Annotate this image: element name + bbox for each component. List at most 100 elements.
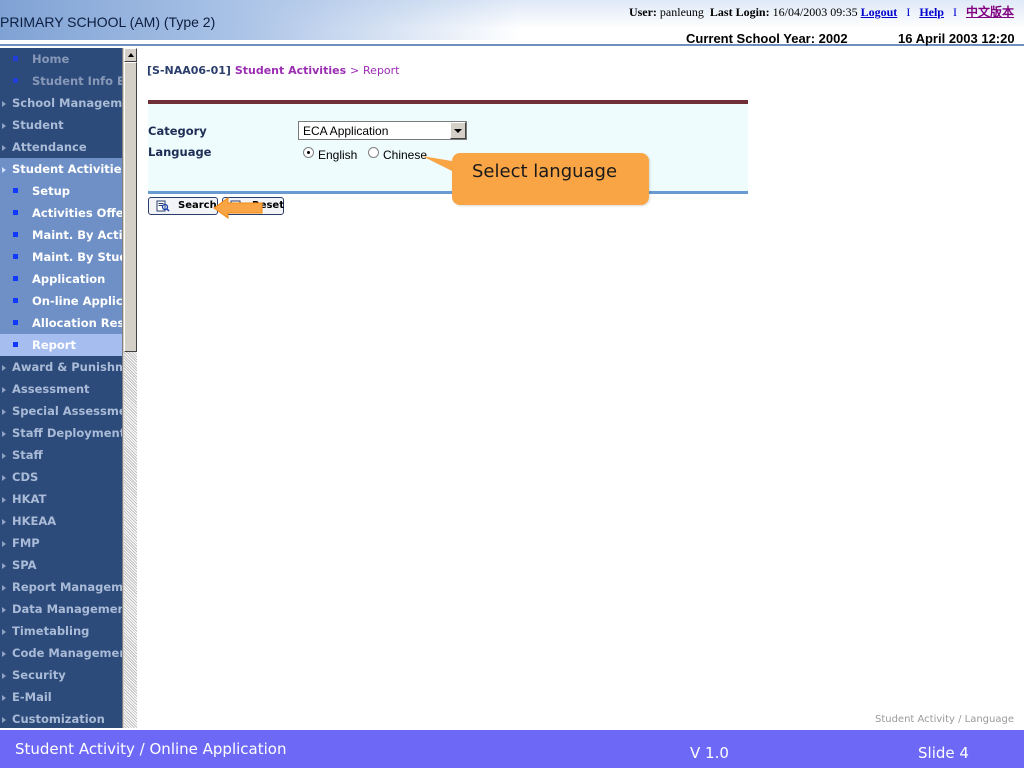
sidebar-item-report-managemen[interactable]: Report Managemen: [0, 576, 122, 598]
sidebar-item-student[interactable]: Student: [0, 114, 122, 136]
scroll-up-arrow-icon[interactable]: [124, 48, 137, 62]
current-school-year: Current School Year: 2002: [686, 31, 848, 46]
sidebar-item-timetabling[interactable]: Timetabling: [0, 620, 122, 642]
category-selected-value: ECA Application: [303, 124, 389, 138]
sidebar-item-label: Award & Punishme: [12, 360, 122, 374]
bullet-icon: [13, 210, 18, 215]
language-label: Language: [148, 145, 212, 159]
logout-link[interactable]: Logout: [861, 5, 898, 19]
chinese-version-link[interactable]: 中文版本: [966, 5, 1014, 19]
sidebar-item-fmp[interactable]: FMP: [0, 532, 122, 554]
category-label: Category: [148, 124, 207, 138]
triangle-right-icon: [2, 387, 6, 393]
sidebar-item-activities-offere[interactable]: Activities Offere: [0, 202, 122, 224]
sidebar-item-security[interactable]: Security: [0, 664, 122, 686]
sidebar-item-label: Code Management: [12, 646, 122, 660]
screen-code: [S-NAA06-01]: [147, 64, 231, 77]
sidebar-item-label: Customization: [12, 712, 105, 726]
sidebar-item-student-info-enqu[interactable]: Student Info Enqu: [0, 70, 122, 92]
header-divider: [0, 34, 1024, 46]
sidebar-item-application[interactable]: Application: [0, 268, 122, 290]
sidebar-item-hkeaa[interactable]: HKEAA: [0, 510, 122, 532]
sidebar-item-label: Attendance: [12, 140, 87, 154]
sidebar-item-home[interactable]: Home: [0, 48, 122, 70]
sidebar-item-spa[interactable]: SPA: [0, 554, 122, 576]
triangle-right-icon: [2, 695, 6, 701]
sidebar-item-label: Report: [32, 338, 76, 352]
report-criteria-panel: Category ECA Application Language Englis…: [148, 100, 748, 194]
language-english-radio[interactable]: [303, 147, 314, 158]
user-name: panleung: [659, 5, 704, 19]
sidebar-item-assessment[interactable]: Assessment: [0, 378, 122, 400]
sidebar-item-maint-by-studer[interactable]: Maint. By Studer: [0, 246, 122, 268]
triangle-right-icon: [2, 145, 6, 151]
triangle-right-icon: [2, 475, 6, 481]
breadcrumb-separator: >: [349, 64, 360, 77]
sidebar-item-code-management[interactable]: Code Management: [0, 642, 122, 664]
instruction-callout: Select language: [452, 153, 649, 205]
sidebar-item-student-activities[interactable]: Student Activities: [0, 158, 122, 180]
last-login-value: 16/04/2003 09:35: [772, 5, 858, 19]
sidebar-item-customization[interactable]: Customization: [0, 708, 122, 728]
breadcrumb-page: Report: [363, 64, 400, 77]
sidebar-menu: Home Student Info Enqu School Managemen Stu…: [0, 48, 122, 728]
bullet-icon: [13, 254, 18, 259]
triangle-right-icon: [2, 673, 6, 679]
sidebar-item-label: HKEAA: [12, 514, 57, 528]
bullet-icon: [13, 298, 18, 303]
separator: I: [906, 5, 911, 19]
bullet-icon: [13, 342, 18, 347]
sidebar-item-on-line-applicat[interactable]: On-line Applicat: [0, 290, 122, 312]
sidebar-item-cds[interactable]: CDS: [0, 466, 122, 488]
search-page-icon: [156, 200, 170, 212]
breadcrumb: [S-NAA06-01] Student Activities > Report: [147, 64, 400, 77]
sidebar-item-maint-by-activit[interactable]: Maint. By Activit: [0, 224, 122, 246]
bullet-icon: [13, 188, 18, 193]
triangle-right-icon: [2, 717, 6, 723]
user-label: User:: [628, 5, 657, 19]
scroll-thumb[interactable]: [124, 62, 137, 352]
sidebar-item-hkat[interactable]: HKAT: [0, 488, 122, 510]
separator: I: [952, 5, 957, 19]
sidebar-item-label: On-line Applicat: [32, 294, 122, 308]
search-button[interactable]: Search: [148, 197, 218, 215]
category-select[interactable]: ECA Application: [298, 121, 467, 140]
sidebar-item-label: Student Info Enqu: [32, 74, 122, 88]
sidebar-item-label: Allocation Resul: [32, 316, 122, 330]
triangle-right-icon: [2, 519, 6, 525]
sidebar-item-staff[interactable]: Staff: [0, 444, 122, 466]
sidebar-item-attendance[interactable]: Attendance: [0, 136, 122, 158]
sidebar-item-label: School Managemen: [12, 96, 122, 110]
sidebar-item-award-punishme[interactable]: Award & Punishme: [0, 356, 122, 378]
sidebar-item-report[interactable]: Report: [0, 334, 122, 356]
triangle-right-icon: [2, 651, 6, 657]
school-title: PRIMARY SCHOOL (AM) (Type 2): [0, 14, 216, 30]
sidebar-item-label: Maint. By Activit: [32, 228, 122, 242]
language-english-label[interactable]: English: [318, 148, 357, 162]
footer-version: V 1.0: [690, 744, 729, 762]
scroll-track[interactable]: [124, 352, 137, 728]
sidebar-item-school-managemen[interactable]: School Managemen: [0, 92, 122, 114]
triangle-right-icon: [2, 123, 6, 129]
sidebar-item-label: Staff Deployment: [12, 426, 122, 440]
triangle-right-icon: [2, 365, 6, 371]
bullet-icon: [13, 232, 18, 237]
help-link[interactable]: Help: [919, 5, 944, 19]
sidebar-item-setup[interactable]: Setup: [0, 180, 122, 202]
language-chinese-radio[interactable]: [368, 147, 379, 158]
sidebar-item-staff-deployment[interactable]: Staff Deployment: [0, 422, 122, 444]
sidebar-item-label: Special Assessmen: [12, 404, 122, 418]
dropdown-arrow-icon[interactable]: [450, 122, 466, 139]
sidebar-item-label: Activities Offere: [32, 206, 122, 220]
sidebar-item-data-management[interactable]: Data Management: [0, 598, 122, 620]
current-date-time: 16 April 2003 12:20: [898, 31, 1015, 46]
sidebar-item-label: HKAT: [12, 492, 47, 506]
sidebar-item-e-mail[interactable]: E-Mail: [0, 686, 122, 708]
sidebar-item-special-assessmen[interactable]: Special Assessmen: [0, 400, 122, 422]
sidebar-scrollbar[interactable]: [122, 48, 137, 728]
slide-caption: Student Activity / Language: [874, 714, 1014, 725]
triangle-right-icon: [2, 563, 6, 569]
triangle-right-icon: [2, 409, 6, 415]
bullet-icon: [13, 276, 18, 281]
sidebar-item-allocation-resul[interactable]: Allocation Resul: [0, 312, 122, 334]
